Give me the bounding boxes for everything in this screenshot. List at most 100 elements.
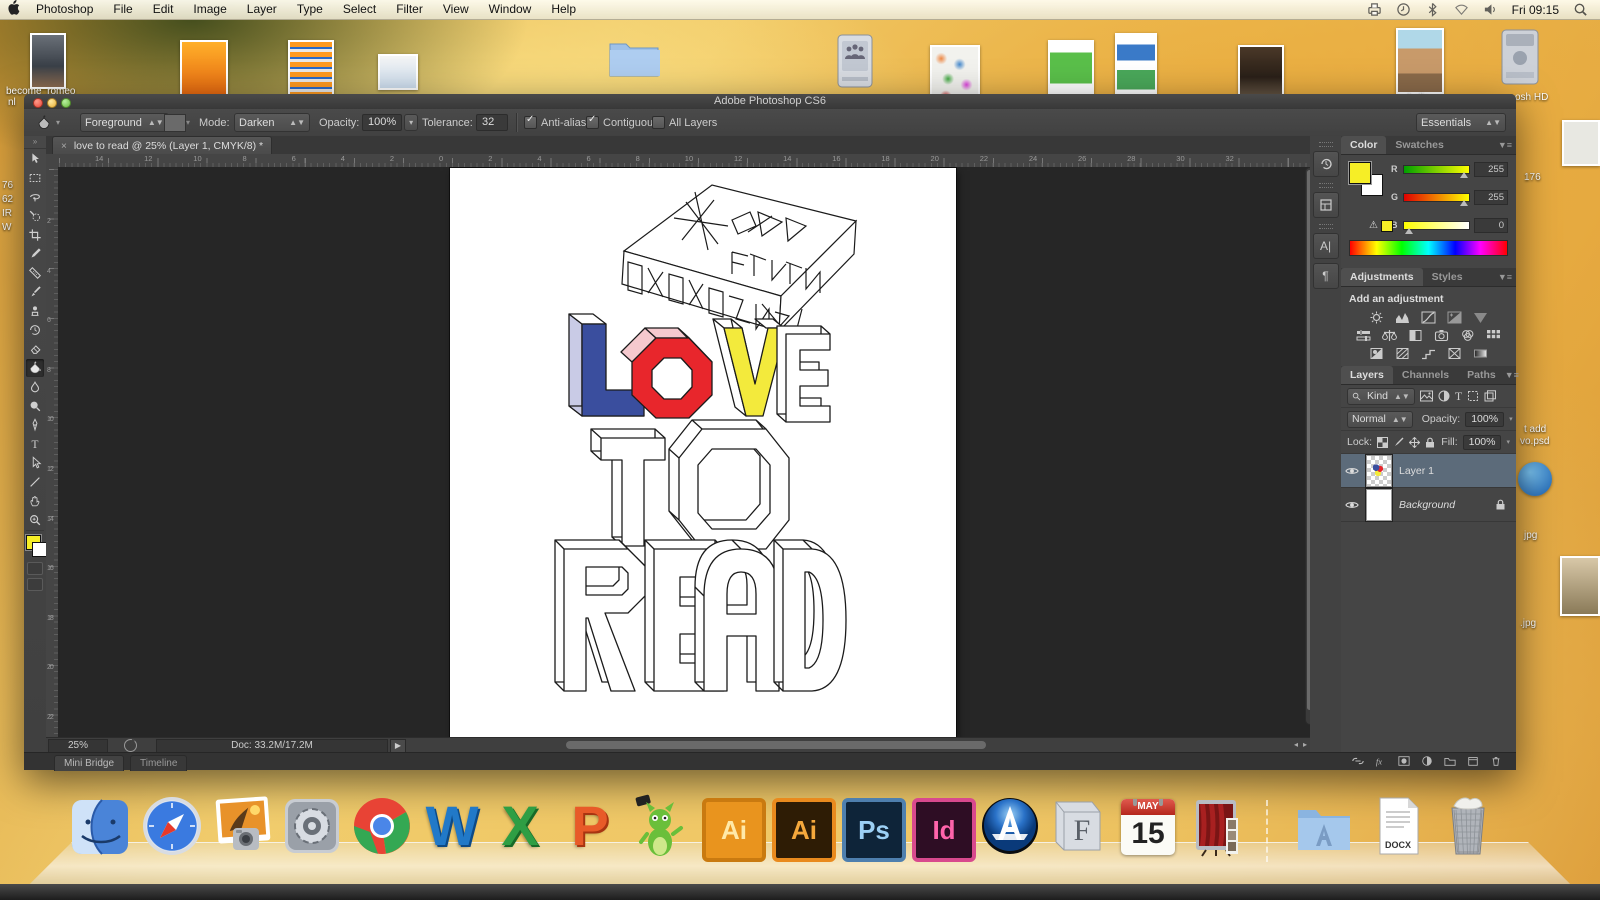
desktop-file-poster[interactable] [30,33,66,89]
type-tool[interactable]: T [26,435,44,453]
menu-item[interactable]: View [433,0,479,19]
panel-menu-icon[interactable]: ▼≡ [1505,366,1523,384]
dock-calendar[interactable]: MAY 15 [1116,794,1180,858]
color-lookup-icon[interactable] [1485,328,1502,343]
mode-dropdown[interactable]: Darken ▲▼ [234,109,310,136]
layer-style-fx-icon[interactable]: fx [1375,755,1387,767]
menu-item[interactable]: Image [183,0,236,19]
levels-icon[interactable] [1394,310,1411,325]
properties-panel-button[interactable] [1312,192,1339,218]
history-panel-button[interactable] [1312,151,1339,177]
desktop-file-tall[interactable] [1115,33,1157,101]
delete-layer-icon[interactable] [1490,755,1502,767]
tab-swatches[interactable]: Swatches [1386,136,1452,154]
dock-photo-booth[interactable] [1186,794,1250,858]
threshold-icon[interactable] [1420,346,1437,361]
time-machine-icon[interactable] [1396,2,1411,17]
character-panel-button[interactable]: A| [1312,233,1339,259]
opacity-value[interactable]: 100% ▾ [362,109,419,136]
menu-item[interactable]: File [103,0,142,19]
lock-transparent-icon[interactable] [1377,436,1389,448]
dock-excel[interactable]: X [488,794,552,858]
tab-mini-bridge[interactable]: Mini Bridge [54,755,125,771]
window-titlebar[interactable]: Adobe Photoshop CS6 [24,94,1516,110]
screen-mode-button[interactable] [27,578,43,591]
menu-item[interactable]: Window [479,0,542,19]
background-color-swatch[interactable] [32,542,47,557]
desktop-network-drive[interactable] [832,33,878,93]
dodge-tool[interactable] [26,397,44,415]
vibrance-icon[interactable] [1472,310,1489,325]
background-name[interactable]: Background [1399,499,1455,511]
pattern-swatch[interactable]: ▾ [164,109,190,136]
filter-shape-icon[interactable] [1467,390,1479,402]
layer1-thumbnail[interactable] [1366,454,1392,487]
quick-selection-tool[interactable] [26,207,44,225]
background-thumbnail[interactable] [1366,488,1392,521]
pen-tool[interactable] [26,416,44,434]
visibility-eye-icon[interactable] [1345,498,1359,512]
desktop-folder-blue[interactable] [608,36,660,78]
close-tab-icon[interactable]: × [61,141,67,152]
kind-filter-dropdown[interactable]: Kind ▲▼ [1347,387,1415,405]
new-adjustment-icon[interactable] [1421,755,1433,767]
tab-channels[interactable]: Channels [1393,366,1458,384]
menu-item[interactable]: Photoshop [26,0,103,19]
current-tool-icon[interactable]: ▾ [36,109,60,136]
blur-tool[interactable] [26,378,44,396]
healing-brush-tool[interactable] [26,264,44,282]
apple-menu[interactable] [0,0,26,20]
menu-clock[interactable]: Fri 09:15 [1512,3,1559,17]
panel-grip[interactable] [1318,142,1333,147]
lasso-tool[interactable] [26,188,44,206]
tab-adjustments[interactable]: Adjustments [1341,268,1423,286]
tab-styles[interactable]: Styles [1423,268,1472,286]
wifi-icon[interactable] [1454,2,1469,17]
filter-type-icon[interactable]: T [1455,389,1462,404]
document-page[interactable]: LOVE TO READ READ FOR FUN OPEN BOOKS [450,168,956,738]
dock-chrome[interactable] [350,794,414,858]
gamut-swatch[interactable] [1381,220,1393,232]
workspace-dropdown[interactable]: Essentials ▲▼ [1416,109,1506,136]
exposure-icon[interactable] [1446,310,1463,325]
desktop-right-app-badge[interactable] [1518,462,1552,496]
brightness-contrast-icon[interactable] [1368,310,1385,325]
tab-layers[interactable]: Layers [1341,366,1393,384]
tab-timeline[interactable]: Timeline [130,755,188,771]
curves-icon[interactable] [1420,310,1437,325]
document-tab[interactable]: × love to read @ 25% (Layer 1, CMYK/8) * [52,136,273,155]
tools-collapse-button[interactable]: » [24,136,46,149]
dock-green-mascot[interactable] [628,794,692,858]
layer-row-layer1[interactable]: Layer 1 [1341,454,1516,488]
gradient-map-icon[interactable] [1472,346,1489,361]
red-slider[interactable] [1403,164,1470,178]
line-tool[interactable] [26,473,44,491]
dock-safari[interactable] [140,794,204,858]
new-layer-icon[interactable] [1467,755,1479,767]
color-spectrum-bar[interactable] [1349,240,1508,256]
blend-mode-dropdown[interactable]: Normal ▲▼ [1347,410,1413,428]
dock-system-preferences[interactable] [280,794,344,858]
link-layers-icon[interactable] [1352,755,1364,767]
adobe-drive-icon[interactable] [124,739,137,752]
status-options-arrow[interactable]: ▶ [390,739,406,753]
clone-stamp-tool[interactable] [26,302,44,320]
paragraph-panel-button[interactable]: ¶ [1312,263,1339,289]
desktop-file-green[interactable] [1048,40,1094,96]
dock-indesign[interactable]: Id [908,794,976,862]
menu-item[interactable]: Help [541,0,586,19]
green-value[interactable]: 255 [1474,189,1508,205]
tolerance-input[interactable]: 32 [476,109,508,136]
anti-alias-checkbox[interactable]: Anti-alias [524,109,586,136]
invert-icon[interactable] [1368,346,1385,361]
zoom-tool[interactable] [26,511,44,529]
dock-illustrator-1[interactable]: Ai [698,794,766,862]
horizontal-scrollbar-thumb[interactable] [566,741,986,749]
desktop-right-photo[interactable] [1560,556,1600,616]
layers-opacity-value[interactable]: 100% [1465,411,1505,427]
hue-saturation-icon[interactable] [1355,328,1372,343]
menu-item[interactable]: Edit [143,0,184,19]
all-layers-checkbox[interactable]: All Layers [652,109,717,136]
desktop-file-dark[interactable] [1238,45,1284,99]
brush-tool[interactable] [26,283,44,301]
